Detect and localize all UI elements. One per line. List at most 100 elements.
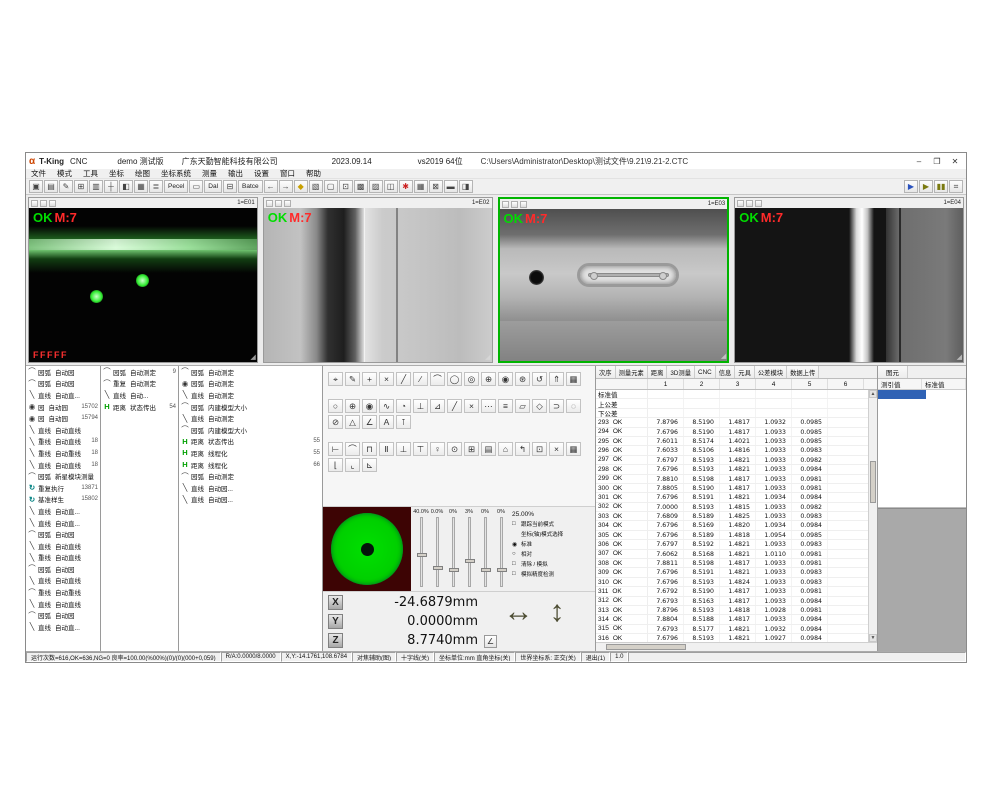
result-row[interactable]: 306 OK 7.6797 8.5192 1.4821 1.0933 0.098… <box>596 540 868 549</box>
tool-button[interactable]: ◇ <box>532 399 547 413</box>
scroll-down-arrow[interactable]: ▼ <box>869 634 877 642</box>
measure-item[interactable]: ⌒ 园弧 自动测定 <box>179 366 322 378</box>
measure-item[interactable]: H 距离 状态传出 54 <box>101 401 178 413</box>
status-segment[interactable]: 对焦辅助(图) <box>352 652 396 662</box>
measure-item[interactable]: ╲ 直线 自动... <box>101 389 178 401</box>
toolbar-button[interactable]: ◨ <box>459 180 473 193</box>
table-tab[interactable]: 测量元素 <box>616 366 648 378</box>
tool-button[interactable]: ↺ <box>532 372 547 386</box>
result-row[interactable]: 316 OK 7.6796 8.5193 1.4821 1.0927 0.098… <box>596 634 868 642</box>
slider-track[interactable] <box>500 517 503 587</box>
tool-button[interactable]: ⌊ <box>328 458 343 472</box>
tolerance-row[interactable]: 标准值 <box>596 390 868 399</box>
toolbar-button[interactable]: ▩ <box>354 180 368 193</box>
tool-button[interactable]: ⊕ <box>345 399 360 413</box>
resize-corner-icon[interactable]: ◢ <box>721 352 726 360</box>
status-segment[interactable]: R/A:0.0000/8.0000 <box>221 652 281 662</box>
measure-item[interactable]: ╲ 直线 自动园... <box>179 482 322 494</box>
cam-tool-icon[interactable] <box>31 200 38 207</box>
vertical-scrollbar[interactable]: ▲ ▼ <box>868 390 877 642</box>
horizontal-scrollbar[interactable] <box>596 642 877 651</box>
measure-item[interactable]: ╲ 重线 自动重线 18 <box>26 447 100 459</box>
toolbar-button[interactable]: ▢ <box>324 180 338 193</box>
toolbar-button[interactable]: ▥ <box>89 180 103 193</box>
cam-tool-icon[interactable] <box>511 201 518 208</box>
tool-button[interactable]: ↰ <box>515 442 530 456</box>
tool-button[interactable]: ⊃ <box>549 399 564 413</box>
cam-tool-icon[interactable] <box>266 200 273 207</box>
tool-button[interactable]: ⊘ <box>328 415 343 429</box>
menu-item[interactable]: 帮助 <box>306 168 321 179</box>
result-row[interactable]: 293 OK 7.8796 8.5190 1.4817 1.0932 0.098… <box>596 418 868 427</box>
scrollbar-thumb[interactable] <box>870 461 876 503</box>
column-header[interactable]: 3 <box>720 379 756 389</box>
tolerance-row[interactable]: 下公差 <box>596 409 868 418</box>
tool-button[interactable]: ⌒ <box>345 442 360 456</box>
result-row[interactable]: 303 OK 7.6809 8.5189 1.4825 1.0933 0.098… <box>596 512 868 521</box>
tool-button[interactable]: ▤ <box>481 442 496 456</box>
cam-tool-icon[interactable] <box>746 200 753 207</box>
tool-button[interactable]: ⊞ <box>464 442 479 456</box>
result-row[interactable]: 315 OK 7.6793 8.5177 1.4821 1.0932 0.098… <box>596 625 868 634</box>
tool-button[interactable]: ⊥ <box>413 399 428 413</box>
result-row[interactable]: 299 OK 7.8810 8.5198 1.4817 1.0933 0.098… <box>596 475 868 484</box>
tool-button[interactable]: ╱ <box>396 372 411 386</box>
table-tab[interactable]: 3D测量 <box>667 366 695 378</box>
tool-button[interactable]: ◉ <box>362 399 377 413</box>
status-segment[interactable]: 运行次数=616,OK=636,NG=0 良率=100.00(%00%)(0)/… <box>26 652 221 662</box>
tool-button[interactable]: ⊿ <box>430 399 445 413</box>
measure-item[interactable]: ⌒ 园弧 内建模型大小 <box>179 401 322 413</box>
tool-button[interactable]: ◯ <box>447 372 462 386</box>
toolbar-button[interactable]: ◧ <box>119 180 133 193</box>
table-tab[interactable]: 距离 <box>648 366 668 378</box>
axis-icon[interactable]: Z <box>328 633 343 648</box>
tool-button[interactable]: ⋯ <box>481 399 496 413</box>
measure-item[interactable]: ◉ 园 自动园 15702 <box>26 401 100 413</box>
table-tab[interactable]: 元具 <box>735 366 755 378</box>
toolbar-button[interactable]: ▤ <box>44 180 58 193</box>
cam-tool-icon[interactable] <box>737 200 744 207</box>
result-row[interactable]: 297 OK 7.6797 8.5193 1.4821 1.0933 0.098… <box>596 456 868 465</box>
table-tab[interactable]: 次序 <box>596 366 616 378</box>
tool-button[interactable]: ⊛ <box>515 372 530 386</box>
toolbar-run-button[interactable]: ▶ <box>919 180 933 193</box>
tool-button[interactable]: ⌂ <box>498 442 513 456</box>
option-checkbox-icon[interactable]: ○ <box>512 551 519 557</box>
tool-button[interactable]: ∕ <box>413 372 428 386</box>
tool-button[interactable]: ∿ <box>379 399 394 413</box>
maximize-button[interactable]: ❐ <box>929 155 945 167</box>
toolbar-button[interactable]: ▣ <box>29 180 43 193</box>
toolbar-button[interactable]: ▬ <box>444 180 458 193</box>
close-button[interactable]: ✕ <box>947 155 963 167</box>
result-row[interactable]: 300 OK 7.8805 8.5190 1.4817 1.0933 0.098… <box>596 484 868 493</box>
slider-track[interactable] <box>484 517 487 587</box>
tool-button[interactable]: ◉ <box>498 372 513 386</box>
measure-item[interactable]: ╲ 直线 自动直... <box>26 517 100 529</box>
result-row[interactable]: 298 OK 7.6796 8.5193 1.4821 1.0933 0.098… <box>596 465 868 474</box>
measure-item[interactable]: ╲ 直线 自动直线 18 <box>26 459 100 471</box>
status-segment[interactable]: 退出(1) <box>581 652 610 662</box>
tool-button[interactable]: ⌖ <box>328 372 343 386</box>
camera-view-2[interactable]: OKM:7 ◢ <box>264 208 492 362</box>
tool-button[interactable]: ⊥ <box>396 442 411 456</box>
tool-button[interactable]: ⊾ <box>362 458 377 472</box>
tool-button[interactable]: A <box>379 415 394 429</box>
measure-item[interactable]: ⌒ 重复 自动测定 <box>101 378 178 390</box>
toolbar-button[interactable]: ◆ <box>294 180 308 193</box>
measure-item[interactable]: H 距离 状态传出 55 <box>179 436 322 448</box>
scroll-up-arrow[interactable]: ▲ <box>869 390 877 398</box>
tool-button[interactable]: ⇑ <box>549 372 564 386</box>
status-segment[interactable]: 世界坐标系: 正交(关) <box>515 652 580 662</box>
option-checkbox-icon[interactable]: □ <box>512 521 519 527</box>
measure-item[interactable]: H 距离 线程化 66 <box>179 459 322 471</box>
cam-tool-icon[interactable] <box>49 200 56 207</box>
column-standard[interactable]: 标准值 <box>922 379 966 389</box>
cam-tool-icon[interactable] <box>275 200 282 207</box>
measure-item[interactable]: ╲ 直线 自动测定 <box>179 412 322 424</box>
tool-button[interactable]: Ⅱ <box>379 442 394 456</box>
option-row[interactable]: ◉ 标准 <box>512 540 584 548</box>
menu-item[interactable]: 输出 <box>228 168 243 179</box>
status-segment[interactable]: 十字线(关) <box>396 652 434 662</box>
table-tab[interactable]: CNC <box>695 366 716 378</box>
toolbar-button[interactable]: ▨ <box>369 180 383 193</box>
